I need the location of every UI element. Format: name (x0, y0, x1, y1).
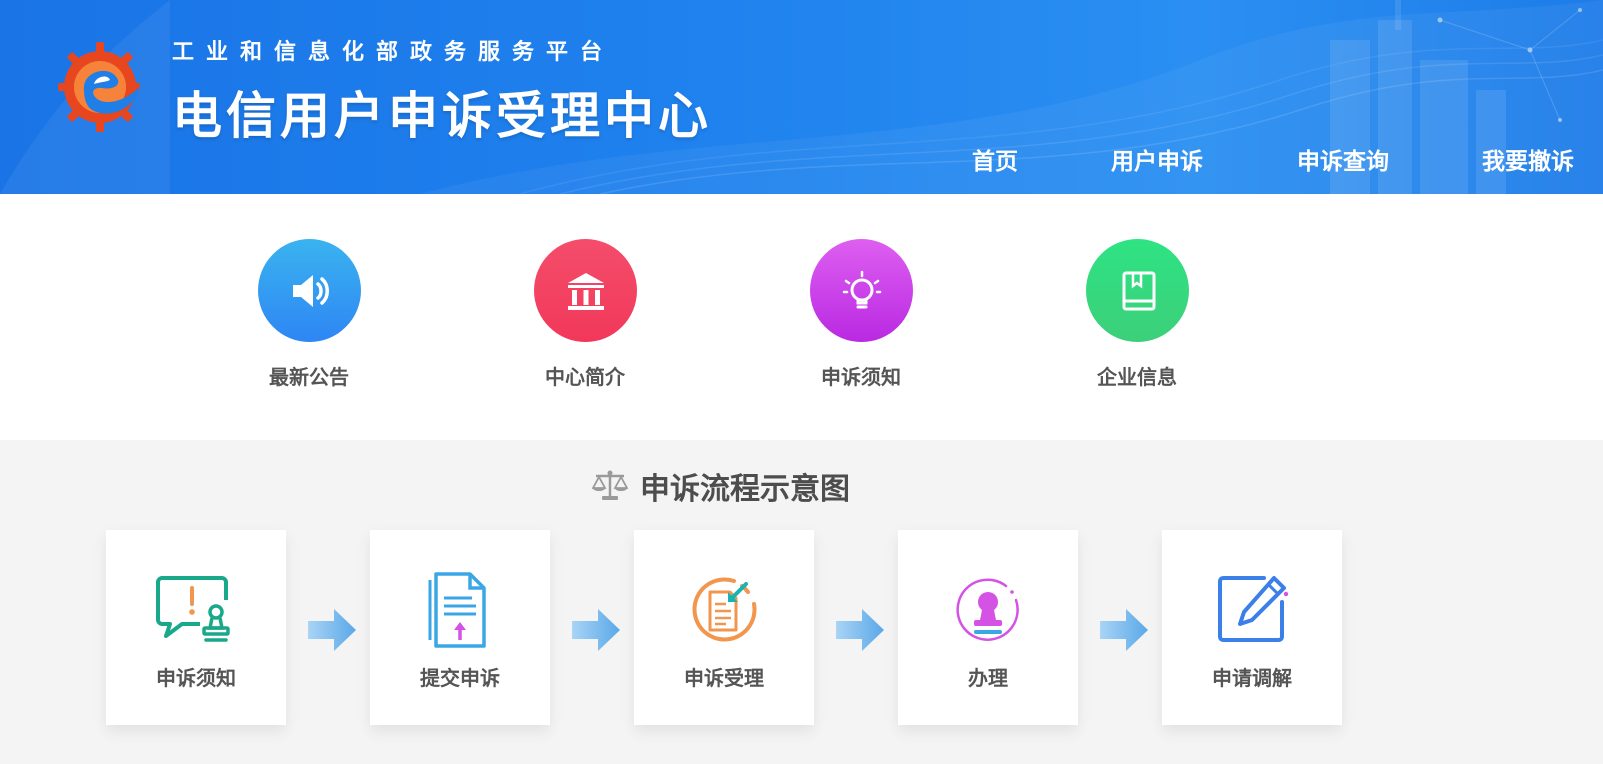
document-accept-icon (692, 577, 757, 642)
lightbulb-icon (842, 270, 881, 308)
process-title: 申诉流程示意图 (640, 472, 850, 507)
quick-link-center-intro[interactable]: 中心简介 (510, 239, 660, 399)
process-step-label: 申诉受理 (684, 666, 764, 690)
process-step-label: 提交申诉 (420, 666, 500, 690)
notice-chat-icon (156, 576, 230, 642)
edit-icon (1218, 576, 1289, 642)
document-upload-icon (428, 572, 486, 648)
nav-withdraw-complaint[interactable]: 我要撤诉 (1482, 142, 1574, 176)
nav-home[interactable]: 首页 (972, 142, 1018, 176)
process-step-notice[interactable]: 申诉须知 (106, 530, 286, 725)
nav-complaint-query[interactable]: 申诉查询 (1297, 142, 1389, 176)
process-step-label: 办理 (968, 666, 1008, 690)
quick-link-label: 申诉须知 (821, 365, 901, 389)
arrow-right-icon (1100, 609, 1148, 651)
quick-link-label: 中心简介 (545, 365, 625, 389)
process-step-accept[interactable]: 申诉受理 (634, 530, 814, 725)
building-icon (567, 272, 604, 310)
quick-link-label: 企业信息 (1097, 365, 1177, 389)
platform-subtitle: 工业和信息化部政务服务平台 (172, 40, 615, 65)
quick-links: 最新公告 中心简介 申诉须知 企业信息 (0, 194, 1603, 440)
quick-link-circle[interactable] (258, 239, 361, 342)
nav-user-complaint[interactable]: 用户申诉 (1111, 142, 1203, 176)
process-step-label: 申诉须知 (156, 666, 236, 690)
arrow-right-icon (308, 609, 356, 651)
scale-icon (592, 470, 628, 500)
quick-link-circle[interactable] (810, 239, 913, 342)
speaker-icon (292, 274, 329, 307)
quick-link-circle[interactable] (534, 239, 637, 342)
arrow-right-icon (836, 609, 884, 651)
quick-link-enterprise-info[interactable]: 企业信息 (1062, 239, 1212, 399)
quick-link-announcement[interactable]: 最新公告 (234, 239, 384, 399)
process-step-mediation[interactable]: 申请调解 (1162, 530, 1342, 725)
stamp-icon (956, 578, 1019, 641)
process-step-handle[interactable]: 办理 (898, 530, 1078, 725)
arrow-right-icon (572, 609, 620, 651)
quick-link-complaint-notice[interactable]: 申诉须知 (786, 239, 936, 399)
process-step-label: 申请调解 (1212, 666, 1292, 690)
book-icon (1122, 271, 1155, 310)
page-title: 电信用户申诉受理中心 (172, 87, 712, 145)
logo-icon (58, 42, 140, 132)
quick-link-label: 最新公告 (269, 365, 349, 389)
site-header: 工业和信息化部政务服务平台 电信用户申诉受理中心 首页 用户申诉 申诉查询 我要… (0, 0, 1603, 194)
quick-link-circle[interactable] (1086, 239, 1189, 342)
process-step-submit[interactable]: 提交申诉 (370, 530, 550, 725)
